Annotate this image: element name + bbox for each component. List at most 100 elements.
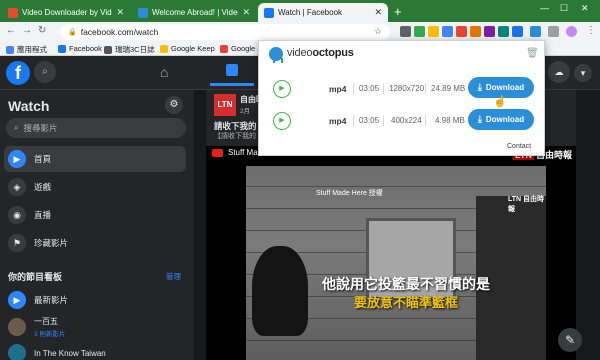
tab-watch-facebook[interactable]: Watch | Facebook ✕ <box>258 3 388 22</box>
format: mp4 <box>329 84 347 94</box>
bookmark-apps[interactable]: 應用程式 <box>6 44 47 55</box>
extension-icon[interactable] <box>442 26 453 37</box>
extension-icon[interactable] <box>400 26 411 37</box>
maximize-button[interactable]: ☐ <box>560 3 568 14</box>
bookmark-label: Facebook <box>69 44 102 53</box>
address-bar[interactable]: 🔒 facebook.com/watch ☆ <box>60 24 390 40</box>
file-size: 24.89 MB <box>431 84 466 93</box>
sidebar-item-live[interactable]: ◉ 直播 <box>4 202 186 228</box>
search-videos-input[interactable]: ⌕ 搜尋影片 <box>6 118 186 138</box>
bookmark-label: 瑞瑞3C日誌 <box>115 45 155 54</box>
separator <box>383 115 384 126</box>
sidebar-item-label: 直播 <box>34 210 52 220</box>
extension-icon[interactable] <box>456 26 467 37</box>
bookmark-star-icon[interactable]: ☆ <box>374 26 382 37</box>
tab-video-downloader[interactable]: Video Downloader by Video Oc ✕ <box>2 3 130 22</box>
tab-welcome-abroad[interactable]: Welcome Abroad! | Video Octo ✕ <box>132 3 256 22</box>
page-name: In The Know Taiwan <box>34 348 106 358</box>
search-icon: ⌕ <box>14 123 19 132</box>
sidebar-item-gaming[interactable]: ◈ 遊戲 <box>4 174 186 200</box>
video-subtitle-line-1: 他說用它投籃最不習慣的是 <box>322 276 490 292</box>
watch-tab[interactable] <box>210 62 254 86</box>
sidebar-item-label: 首頁 <box>34 154 52 164</box>
bookmark-icon: ⚑ <box>8 234 26 252</box>
page-name: 一百五 <box>34 317 58 326</box>
download-button[interactable]: ⤓ Download <box>468 109 534 130</box>
video-octopus-extension-icon[interactable] <box>530 26 541 37</box>
bookmark-facebook[interactable]: Facebook <box>58 44 102 53</box>
more-menu-icon[interactable]: ⋮ <box>586 25 596 36</box>
home-icon[interactable]: ⌂ <box>160 64 168 80</box>
sidebar-item-label: 最新影片 <box>34 295 69 305</box>
video-player[interactable]: Stuff Made Here 授權 LTN 自由時報 Stuff Made H… <box>206 146 576 360</box>
tab-favicon-icon <box>8 7 18 18</box>
bookmark-google[interactable]: Google <box>220 44 255 53</box>
new-tab-button[interactable]: + <box>394 4 402 19</box>
separator <box>383 83 384 94</box>
brand-light: video <box>287 47 313 59</box>
extension-icon[interactable] <box>428 26 439 37</box>
close-tab-icon[interactable]: ✕ <box>242 7 250 18</box>
plank-line <box>246 186 546 187</box>
apps-icon <box>6 45 14 54</box>
video-subtitle-line-2: 要放意不瞄準籃框 <box>353 295 458 310</box>
extension-icon[interactable] <box>414 26 425 37</box>
format: mp4 <box>329 116 347 126</box>
back-arrow-icon[interactable]: ← <box>6 25 16 36</box>
play-icon[interactable]: ▶ <box>273 112 291 130</box>
brand-bold: octopus <box>312 47 354 59</box>
puzzle-icon[interactable] <box>548 26 559 37</box>
facebook-logo-icon[interactable]: f <box>6 61 30 85</box>
post-avatar[interactable]: LTN <box>214 94 236 116</box>
tab-title: Welcome Abroad! | Video Octo <box>152 8 238 17</box>
separator <box>353 115 354 126</box>
sidebar-item-label: 遊戲 <box>34 182 52 192</box>
notifications-icon[interactable]: ☁ <box>548 61 570 83</box>
page-new-videos: 3 則新影片 <box>34 331 66 338</box>
site-icon <box>104 45 112 54</box>
download-icon: ⤓ <box>477 114 482 124</box>
contact-link[interactable]: Contact <box>507 143 531 150</box>
hand-cursor-icon: ☝ <box>493 96 507 108</box>
resolution: 400x224 <box>391 116 422 125</box>
avatar <box>8 318 26 336</box>
post-timestamp[interactable]: 2月 <box>240 105 250 115</box>
post-text-sub: 【請收下我的 <box>214 133 256 140</box>
url-text: facebook.com/watch <box>80 27 159 37</box>
trash-icon[interactable]: 🗑 <box>526 48 539 59</box>
extension-icon[interactable] <box>498 26 509 37</box>
download-label: Download <box>485 83 525 92</box>
bookmark-label: 應用程式 <box>17 45 47 54</box>
bookmark-label: Google <box>231 44 256 53</box>
manage-link[interactable]: 管理 <box>166 271 181 282</box>
extension-icon[interactable] <box>484 26 495 37</box>
account-menu-icon[interactable]: ▾ <box>574 64 592 82</box>
sidebar-item-latest-videos[interactable]: ▶ 最新影片 <box>4 287 186 313</box>
bookmark-ruirui[interactable]: 瑞瑞3C日誌 <box>104 44 155 55</box>
forward-arrow-icon[interactable]: → <box>22 25 32 36</box>
close-tab-icon[interactable]: ✕ <box>116 7 124 18</box>
close-window-button[interactable]: ✕ <box>581 3 589 14</box>
followed-page-item[interactable]: 一百五 3 則新影片 <box>4 316 186 338</box>
page-title: Watch <box>8 98 50 114</box>
minimize-button[interactable]: — <box>540 3 549 13</box>
download-icon: ⤓ <box>477 82 482 92</box>
extension-icon[interactable] <box>512 26 523 37</box>
followed-page-item[interactable]: In The Know Taiwan <box>4 344 186 360</box>
live-icon: ◉ <box>8 206 26 224</box>
gear-icon[interactable]: ⚙ <box>165 96 183 114</box>
close-tab-icon[interactable]: ✕ <box>374 7 382 18</box>
sidebar-item-home[interactable]: ▶ 首頁 <box>4 146 186 172</box>
play-icon[interactable]: ▶ <box>273 80 291 98</box>
new-message-button[interactable]: ✎ <box>558 328 582 352</box>
search-icon[interactable]: ⌕ <box>34 61 56 83</box>
bookmark-google-keep[interactable]: Google Keep <box>160 44 215 53</box>
sidebar-item-label: 珍藏影片 <box>34 238 69 248</box>
sidebar-item-saved[interactable]: ⚑ 珍藏影片 <box>4 230 186 256</box>
reload-icon[interactable]: ↻ <box>38 25 46 36</box>
tab-favicon-icon <box>264 7 274 18</box>
extension-icon[interactable] <box>470 26 481 37</box>
video-ltn-overlay: LTN 自由時報 <box>508 196 545 213</box>
avatar <box>8 344 26 360</box>
profile-avatar[interactable] <box>566 26 577 37</box>
